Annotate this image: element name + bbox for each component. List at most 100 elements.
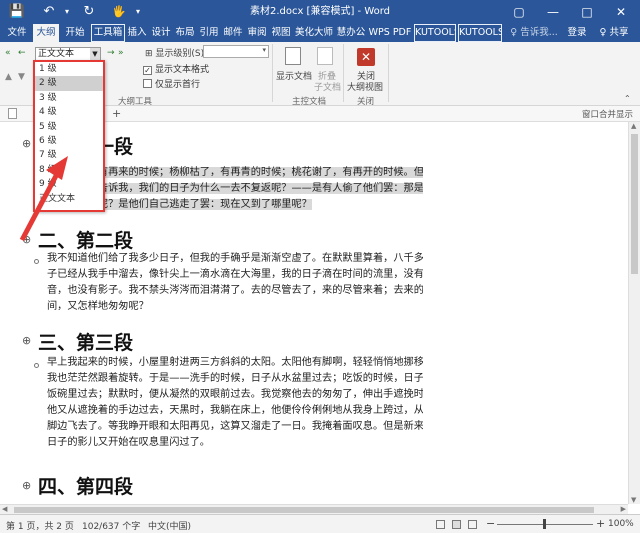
maximize-button[interactable]: □ xyxy=(570,0,604,24)
scroll-up-icon[interactable]: ▲ xyxy=(631,122,636,130)
web-layout-icon[interactable] xyxy=(468,520,477,529)
scroll-left-icon[interactable]: ◀ xyxy=(2,505,7,514)
ribbon-options-button[interactable]: ▢ xyxy=(502,0,536,24)
paragraph-3[interactable]: 早上我起来的时候，小屋里射进两三方斜斜的太阳。太阳他有脚啊，轻轻悄悄地挪移了； … xyxy=(47,355,423,451)
print-layout-icon[interactable] xyxy=(452,520,461,529)
tab-beautify-master[interactable]: 美化大师 xyxy=(294,24,334,42)
expand-plus-icon[interactable]: ⊕ xyxy=(22,479,31,492)
tab-view[interactable]: 视图 xyxy=(270,24,292,42)
document-icon[interactable] xyxy=(8,108,17,119)
collapse-subdocuments-icon[interactable] xyxy=(317,47,333,65)
promote-icon[interactable]: ← xyxy=(18,48,26,58)
promote-to-heading1-icon[interactable]: « xyxy=(5,48,11,58)
chevron-down-icon[interactable]: ▾ xyxy=(262,46,266,54)
expand-plus-icon[interactable]: ⊕ xyxy=(22,137,31,150)
paragraph-line: 我也茫茫然跟着旋转。于是——洗手的时候，日子从水盆里过去；吃饭的时候，日子从 xyxy=(47,373,423,384)
close-window-button[interactable]: ✕ xyxy=(604,0,638,24)
outline-level-combo[interactable]: 正文文本 ▼ xyxy=(35,47,101,61)
level-option-5[interactable]: 5 级 xyxy=(35,120,103,134)
add-tab-icon[interactable]: + xyxy=(112,107,121,120)
demote-to-body-icon[interactable]: » xyxy=(118,48,124,58)
save-icon[interactable]: 💾 xyxy=(8,3,26,21)
tab-mailings[interactable]: 邮件 xyxy=(222,24,244,42)
paragraph-2[interactable]: 我不知道他们给了我多少日子，但我的手确乎是渐渐空虚了。在默默里算着，八千多日 子… xyxy=(47,251,423,315)
show-level-combo[interactable]: ▾ xyxy=(203,45,269,58)
scroll-thumb[interactable] xyxy=(631,134,638,274)
heading-level1[interactable]: 三、第三段 xyxy=(38,328,133,355)
tab-kutools[interactable]: KUTOOLS xyxy=(414,24,456,42)
tab-design[interactable]: 设计 xyxy=(150,24,172,42)
paragraph-line: 他又从遮挽着的手边过去，天黑时，我躺在床上，他便伶伶俐俐地从我身上跨过，从我 xyxy=(47,405,423,416)
minimize-button[interactable]: — xyxy=(536,0,570,24)
move-up-icon[interactable]: ▲ xyxy=(5,72,12,82)
heading-level1[interactable]: 二、第二段 xyxy=(38,226,133,253)
tab-smart-office[interactable]: 慧办公 xyxy=(336,24,366,42)
level-option-1[interactable]: 1 级 xyxy=(35,62,103,76)
show-level-label: ⊞ 显示级别(S): xyxy=(145,49,208,59)
show-document-button[interactable]: 显示文档 xyxy=(276,69,312,82)
chevron-down-icon[interactable]: ▼ xyxy=(90,48,100,60)
demote-icon[interactable]: → xyxy=(107,48,115,58)
login-link[interactable]: 登录 xyxy=(564,24,590,42)
scroll-right-icon[interactable]: ▶ xyxy=(621,505,626,514)
zoom-level[interactable]: 100% xyxy=(608,519,634,529)
tab-kutools-plus[interactable]: KUTOOLS I xyxy=(458,24,502,42)
language-indicator[interactable]: 中文(中国) xyxy=(148,519,191,532)
expand-plus-icon[interactable]: ⊕ xyxy=(22,233,31,246)
tab-references[interactable]: 引用 xyxy=(198,24,220,42)
window-merge-button[interactable]: 窗口合并显示 xyxy=(582,108,633,120)
scroll-down-icon[interactable]: ▼ xyxy=(631,496,636,504)
word-count[interactable]: 102/637 个字 xyxy=(82,519,140,532)
level-option-body-text[interactable]: 正文文本 xyxy=(35,192,103,206)
share-button[interactable]: ♀ 共享 xyxy=(594,24,634,42)
paragraph-line: 早上我起来的时候，小屋里射进两三方斜斜的太阳。太阳他有脚啊，轻轻悄悄地挪移了； xyxy=(47,357,423,368)
undo-icon[interactable]: ↶ xyxy=(40,3,58,21)
close-outline-view-icon[interactable]: ✕ xyxy=(357,48,375,66)
zoom-slider-thumb[interactable] xyxy=(543,519,546,529)
expand-plus-icon[interactable]: ⊕ xyxy=(22,334,31,347)
vertical-scrollbar[interactable]: ▲ ▼ xyxy=(628,122,640,504)
tab-review[interactable]: 审阅 xyxy=(246,24,268,42)
first-line-only-checkbox[interactable]: 仅显示首行 xyxy=(143,77,200,90)
level-option-4[interactable]: 4 级 xyxy=(35,105,103,119)
tab-insert[interactable]: 插入 xyxy=(126,24,148,42)
heading-level1[interactable]: 四、第四段 xyxy=(38,472,133,499)
tab-toolbox[interactable]: 工具箱 xyxy=(91,24,125,42)
tab-file[interactable]: 文件 xyxy=(4,24,30,42)
ribbon-tabs: 文件 大纲 开始 工具箱 插入 设计 布局 引用 邮件 审阅 视图 美化大师 慧… xyxy=(0,24,640,42)
level-option-9[interactable]: 9 级 xyxy=(35,177,103,191)
window-title: 素材2.docx [兼容模式] - Word xyxy=(249,6,391,17)
first-line-only-label: 仅显示首行 xyxy=(155,80,201,90)
close-outline-view-label-line2: 大纲视图 xyxy=(347,83,384,93)
touch-mode-icon[interactable]: 🖐 xyxy=(110,3,128,21)
zoom-in-button[interactable]: + xyxy=(596,517,605,530)
level-option-2[interactable]: 2 级 xyxy=(35,76,103,91)
tab-home[interactable]: 开始 xyxy=(62,24,88,42)
tab-wps-pdf[interactable]: WPS PDF xyxy=(368,24,412,42)
paragraph-line: 我不知道他们给了我多少日子，但我的手确乎是渐渐空虚了。在默默里算着，八千多日 xyxy=(47,253,423,264)
customize-toolbar-icon[interactable]: ▾ xyxy=(133,3,143,21)
level-option-3[interactable]: 3 级 xyxy=(35,91,103,105)
page-count[interactable]: 第 1 页，共 2 页 xyxy=(6,519,74,532)
body-bullet-icon xyxy=(34,259,39,264)
read-mode-icon[interactable] xyxy=(436,520,445,529)
tab-outline[interactable]: 大纲 xyxy=(33,24,59,42)
redo-icon[interactable]: ↻ xyxy=(80,3,98,21)
tell-me-search[interactable]: ♀ 告诉我... xyxy=(508,24,560,42)
level-option-8[interactable]: 8 级 xyxy=(35,163,103,177)
show-text-format-checkbox[interactable]: ✓ 显示文本格式 xyxy=(143,62,209,75)
move-down-icon[interactable]: ▼ xyxy=(18,72,25,82)
scroll-thumb[interactable] xyxy=(14,507,594,513)
level-option-7[interactable]: 7 级 xyxy=(35,148,103,162)
collapse-ribbon-icon[interactable]: ⌃ xyxy=(624,94,631,103)
undo-dropdown-icon[interactable]: ▾ xyxy=(62,3,72,21)
checkmark-icon: ✓ xyxy=(143,66,152,75)
divider xyxy=(272,44,273,102)
horizontal-scrollbar[interactable]: ◀ ▶ xyxy=(0,504,628,514)
show-document-icon[interactable] xyxy=(285,47,301,65)
divider xyxy=(388,44,389,102)
title-bar: 💾 ↶ ▾ ↻ 🖐 ▾ 素材2.docx [兼容模式] - Word ▢ — □… xyxy=(0,0,640,24)
level-option-6[interactable]: 6 级 xyxy=(35,134,103,148)
zoom-out-button[interactable]: − xyxy=(486,517,495,530)
tab-layout[interactable]: 布局 xyxy=(174,24,196,42)
